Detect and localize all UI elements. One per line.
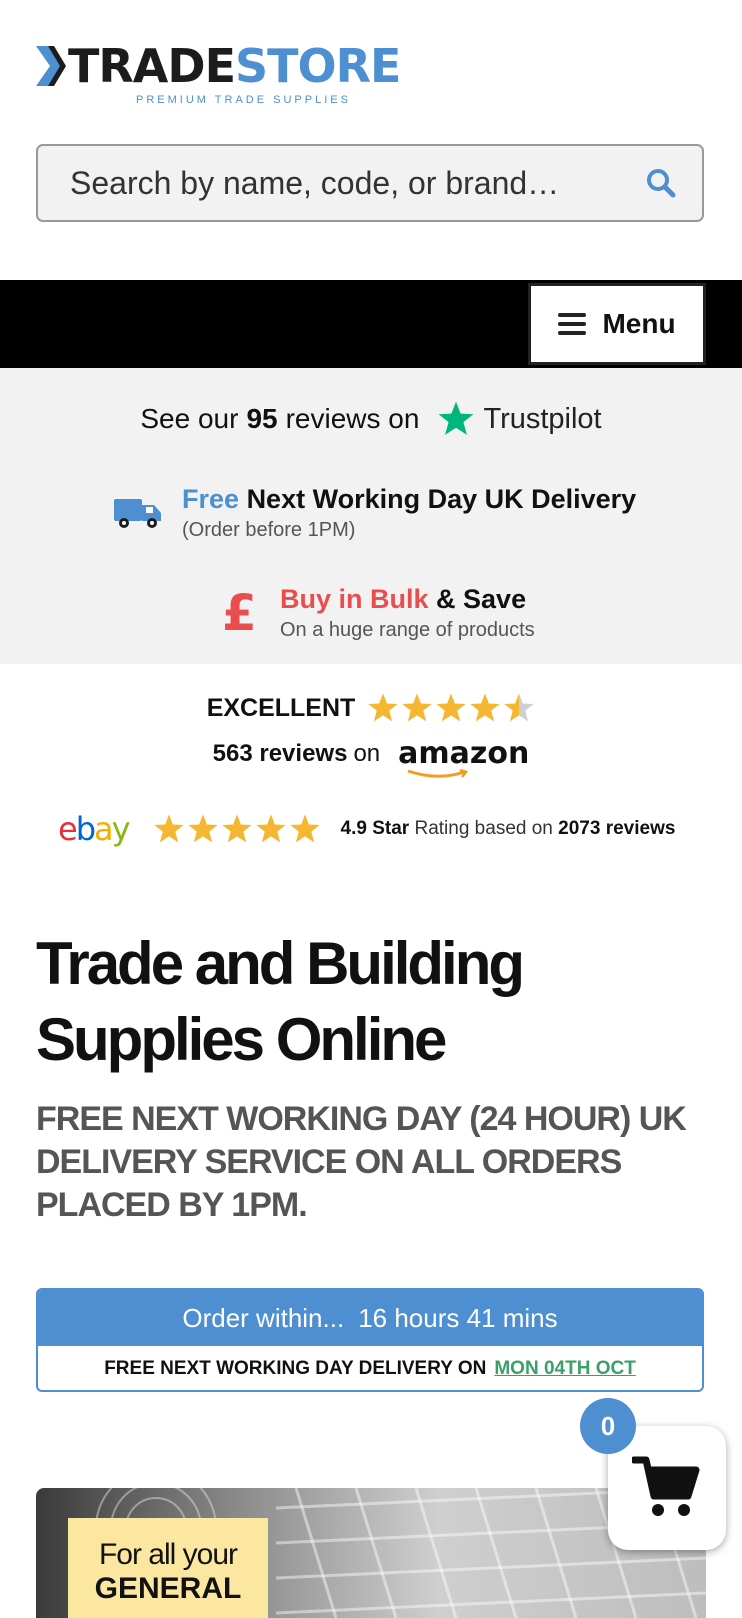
bulk-highlight: Buy in Bulk: [280, 584, 429, 614]
amazon-rating[interactable]: EXCELLENT 563 reviews on amazon: [0, 692, 742, 778]
menu-button[interactable]: Menu: [528, 283, 706, 365]
star-icon: [368, 693, 398, 722]
amazon-logo: amazon: [398, 736, 530, 778]
countdown-label: Order within...: [182, 1302, 345, 1333]
delivery-countdown: Order within... 16 hours 41 mins FREE NE…: [36, 1288, 704, 1392]
nav-bar: Menu: [0, 280, 742, 368]
ebay-logo: ebay: [58, 810, 131, 848]
search-box: [36, 144, 704, 222]
ebay-rating[interactable]: ebay 4.9 Star Rating based on 2073 revie…: [58, 810, 675, 848]
logo-trade-text: TRADE: [68, 39, 236, 93]
trustpilot-count: 95: [246, 403, 278, 434]
star-icon: [289, 814, 320, 843]
amazon-review-count: 563 reviews: [212, 739, 348, 767]
star-icon: [436, 693, 466, 722]
category-banner[interactable]: For all your GENERAL: [36, 1488, 706, 1618]
countdown-delivery-text: FREE NEXT WORKING DAY DELIVERY ON: [104, 1358, 487, 1379]
bulk-subtext: On a huge range of products: [280, 619, 535, 641]
star-icon: [153, 814, 184, 843]
amazon-stars: [367, 692, 535, 724]
cart-icon: [632, 1456, 700, 1516]
page-title: Trade and Building Supplies Online: [36, 930, 525, 1073]
delivery-date-link[interactable]: MON 04TH OCT: [494, 1358, 635, 1380]
amazon-on-text: on: [353, 739, 381, 767]
search-input[interactable]: [68, 163, 644, 203]
ebay-review-count: 2073 reviews: [558, 818, 676, 839]
pound-icon: £: [222, 584, 257, 642]
star-icon: [187, 814, 218, 843]
amazon-brand-text: amazon: [398, 736, 530, 771]
ebay-star-rating: 4.9 Star: [340, 818, 410, 839]
star-icon: [470, 693, 500, 722]
trustpilot-prefix: See our: [140, 403, 239, 434]
ebay-rating-text: 4.9 Star Rating based on 2073 reviews: [341, 818, 676, 840]
hamburger-icon: [558, 313, 587, 335]
countdown-time: 16 hours 41 mins: [358, 1302, 558, 1333]
banner-line1: For all your: [98, 1538, 238, 1571]
search-icon[interactable]: [644, 166, 678, 200]
star-icon: [402, 693, 432, 722]
trustpilot-reviews-link[interactable]: See our 95 reviews on Trustpilot: [0, 400, 742, 438]
delivery-subtext: (Order before 1PM): [182, 519, 356, 541]
logo-store-text: STORE: [235, 39, 401, 93]
bulk-title: & Save: [436, 584, 527, 614]
delivery-promo: Free Next Working Day UK Delivery (Order…: [114, 484, 636, 542]
amazon-rating-word: EXCELLENT: [206, 693, 356, 722]
delivery-title: Next Working Day UK Delivery: [246, 484, 637, 514]
trustpilot-suffix: reviews on: [285, 403, 420, 434]
ebay-rating-mid: Rating based on: [414, 818, 553, 839]
promo-panel: See our 95 reviews on Trustpilot Free Ne…: [0, 368, 742, 664]
banner-caption: For all your GENERAL: [68, 1518, 268, 1618]
trustpilot-brand: Trustpilot: [483, 402, 602, 435]
tradestore-logo[interactable]: TRADE STORE PREMIUM TRADE SUPPLIES: [36, 40, 456, 110]
ebay-stars: [153, 813, 321, 845]
truck-icon: [114, 499, 161, 528]
logo-arrow-icon: [36, 46, 66, 86]
star-icon: [255, 814, 286, 843]
banner-line2: GENERAL: [94, 1572, 242, 1605]
site-header: TRADE STORE PREMIUM TRADE SUPPLIES: [0, 0, 742, 280]
cart-count-badge[interactable]: 0: [580, 1398, 636, 1454]
delivery-highlight: Free: [182, 484, 240, 514]
bulk-promo: £ Buy in Bulk & Save On a huge range of …: [222, 584, 535, 642]
page-subtitle: FREE NEXT WORKING DAY (24 HOUR) UK DELIV…: [36, 1100, 687, 1224]
logo-tagline: PREMIUM TRADE SUPPLIES: [136, 94, 351, 106]
star-icon: [221, 814, 252, 843]
amazon-smile-icon: [407, 769, 469, 778]
half-star-icon: [504, 693, 534, 722]
menu-label: Menu: [602, 308, 676, 339]
trustpilot-star-icon: [439, 401, 474, 435]
